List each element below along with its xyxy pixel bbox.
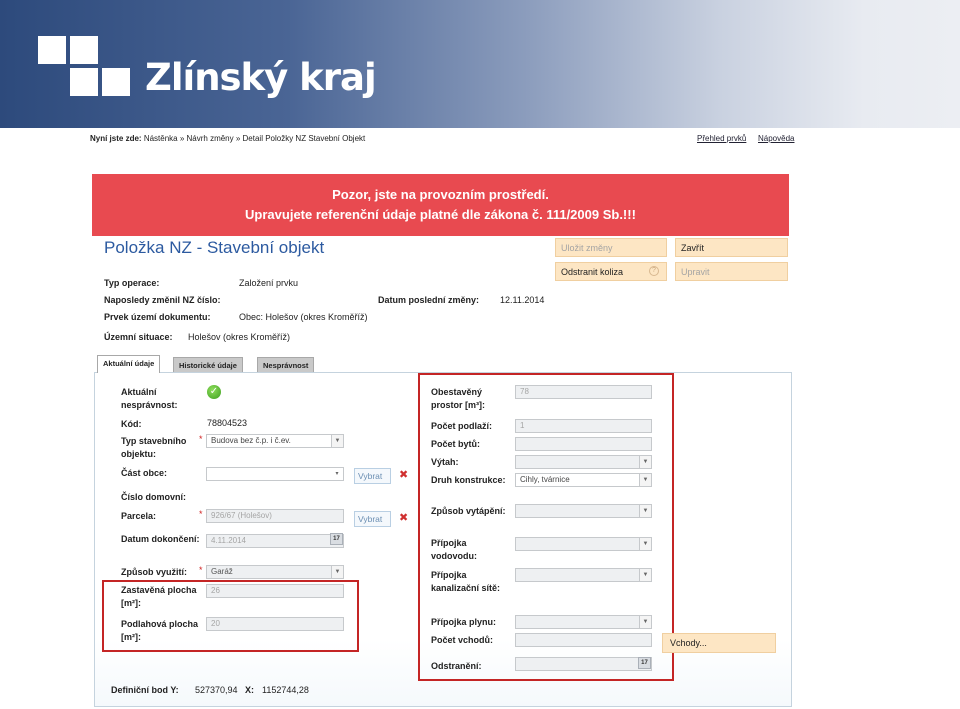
breadcrumb-path[interactable]: Nástěnka » Návrh změny » Detail Položky … xyxy=(144,134,365,143)
chevron-down-icon[interactable]: ▾ xyxy=(331,468,343,480)
last-change-date-label: Datum poslední změny: xyxy=(378,295,480,305)
tab-current-data[interactable]: Aktuální údaje xyxy=(97,355,161,373)
code-label: Kód: xyxy=(121,419,142,429)
clear-icon[interactable]: ✖ xyxy=(399,511,408,524)
logo-square-tr xyxy=(70,36,98,64)
edit-button[interactable]: Upravit xyxy=(675,262,788,281)
completion-date-label: Datum dokončení: xyxy=(121,534,200,544)
last-changed-label: Naposledy změnil NZ číslo: xyxy=(104,295,221,305)
remove-collision-label: Odstranit koliza xyxy=(561,267,624,277)
parcel-field[interactable]: 926/67 (Holešov) xyxy=(206,509,344,523)
logo-square-tl xyxy=(38,36,66,64)
clear-icon[interactable]: ✖ xyxy=(399,468,408,481)
close-button[interactable]: Zavřít xyxy=(675,238,788,257)
territory-element-value: Obec: Holešov (okres Kroměříž) xyxy=(239,312,368,322)
brand-name: Zlínský kraj xyxy=(145,56,377,99)
tab-incorrectness[interactable]: Nesprávnost xyxy=(257,357,315,372)
municipality-part-label: Část obce: xyxy=(121,468,168,478)
territory-element-label: Prvek území dokumentu: xyxy=(104,312,211,322)
parcel-label: Parcela: xyxy=(121,511,157,521)
logo-square-br xyxy=(102,68,130,96)
territory-situation-label: Územní situace: xyxy=(104,332,173,342)
usage-select[interactable]: Garáž ▼ xyxy=(206,565,344,579)
territory-situation-value: Holešov (okres Kroměříž) xyxy=(188,332,291,342)
help-link[interactable]: Nápověda xyxy=(758,134,794,143)
remove-collision-button[interactable]: Odstranit koliza ? xyxy=(555,262,667,281)
definition-point-x-value: 1152744,28 xyxy=(262,685,309,695)
tab-historical-data[interactable]: Historické údaje xyxy=(173,357,243,372)
breadcrumb: Nyní jste zde: Nástěnka » Návrh změny » … xyxy=(90,134,365,143)
last-change-date-value: 12.11.2014 xyxy=(500,295,545,305)
required-mark: * xyxy=(199,565,203,575)
logo-square-bl xyxy=(70,68,98,96)
entrances-button[interactable]: Vchody... xyxy=(662,633,776,653)
help-icon[interactable]: ? xyxy=(649,266,659,276)
required-mark: * xyxy=(199,509,203,519)
completion-date-field[interactable]: 4.11.2014 xyxy=(206,534,344,548)
code-value: 78804523 xyxy=(207,418,248,428)
building-type-select[interactable]: Budova bez č.p. i č.ev. ▼ xyxy=(206,434,344,448)
warning-line-1: Pozor, jste na provozním prostředí. xyxy=(332,187,549,202)
definition-point-y-label: Definiční bod Y: xyxy=(111,685,179,695)
breadcrumb-prefix: Nyní jste zde: xyxy=(90,134,142,143)
highlight-box-right xyxy=(418,373,674,681)
house-number-label: Číslo domovní: xyxy=(121,492,186,502)
definition-point-y-value: 527370,94 xyxy=(195,685,238,695)
building-type-label: Typ stavebního objektu: xyxy=(121,436,187,459)
incorrectness-label: Aktuální nesprávnost: xyxy=(121,387,178,410)
chevron-down-icon[interactable]: ▼ xyxy=(331,435,343,447)
required-mark: * xyxy=(199,434,203,444)
calendar-icon[interactable]: 17 xyxy=(330,533,343,545)
header-banner: Zlínský kraj xyxy=(0,0,960,128)
check-icon: ✓ xyxy=(207,385,221,399)
select-municipality-button[interactable]: Vybrat xyxy=(354,468,391,484)
warning-line-2: Upravujete referenční údaje platné dle z… xyxy=(245,207,636,222)
environment-warning: Pozor, jste na provozním prostředí. Upra… xyxy=(92,174,789,236)
usage-label: Způsob využití: xyxy=(121,567,187,577)
page-title: Položka NZ - Stavební objekt xyxy=(104,238,325,257)
highlight-box-left xyxy=(102,580,359,652)
chevron-down-icon[interactable]: ▼ xyxy=(331,566,343,578)
definition-point-x-label: X: xyxy=(245,685,254,695)
operation-type-label: Typ operace: xyxy=(104,278,160,288)
overview-link[interactable]: Přehled prvků xyxy=(697,134,746,143)
usage-value: Garáž xyxy=(211,567,233,576)
select-parcel-button[interactable]: Vybrat xyxy=(354,511,391,527)
municipality-part-select[interactable]: ▾ xyxy=(206,467,344,481)
operation-type-value: Založení prvku xyxy=(239,278,299,288)
save-button[interactable]: Uložit změny xyxy=(555,238,667,257)
building-type-value: Budova bez č.p. i č.ev. xyxy=(211,436,291,445)
